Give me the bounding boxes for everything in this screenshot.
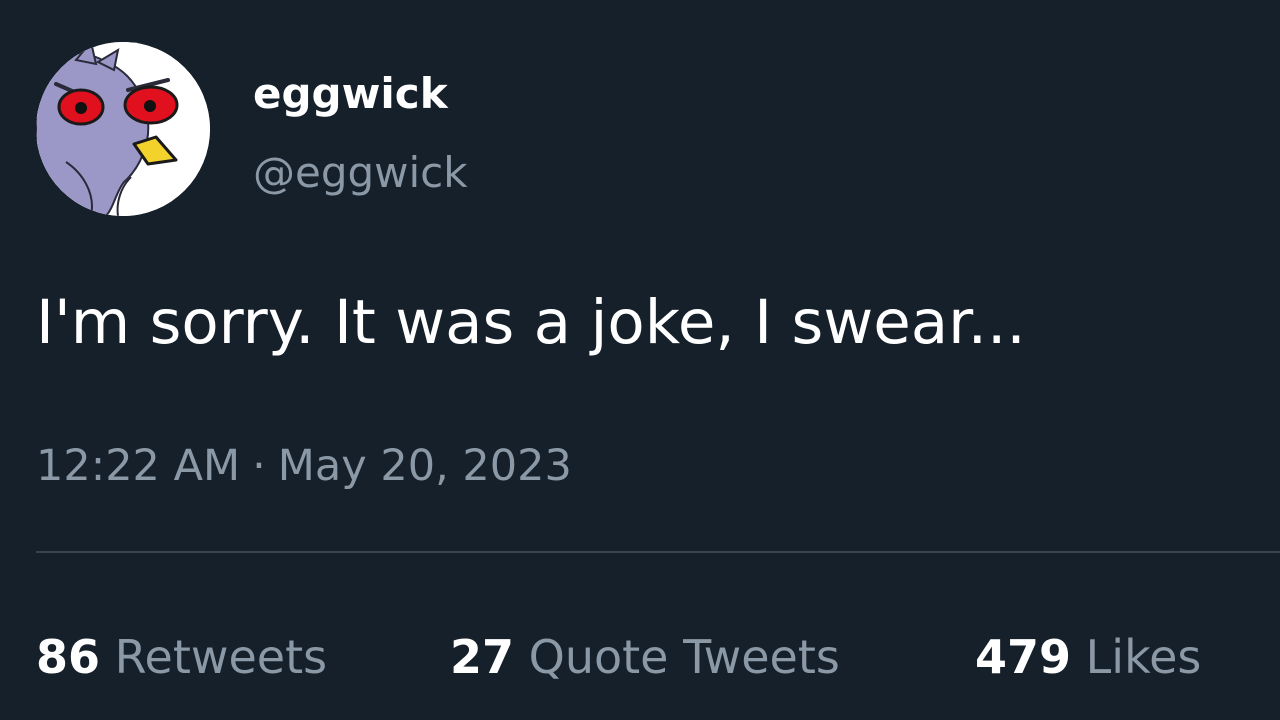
tweet-time: 12:22 AM bbox=[36, 441, 241, 491]
quote-tweets-label: Quote Tweets bbox=[528, 630, 840, 684]
author-handle[interactable]: @eggwick bbox=[253, 145, 468, 201]
avatar[interactable] bbox=[36, 42, 210, 216]
engagement-stats: 86 Retweets 27 Quote Tweets 479 Likes bbox=[0, 628, 1280, 688]
tweet-text: I'm sorry. It was a joke, I swear... bbox=[36, 287, 1026, 358]
likes-stat[interactable]: 479 Likes bbox=[975, 628, 1201, 686]
divider bbox=[36, 551, 1280, 553]
likes-count: 479 bbox=[975, 630, 1072, 684]
tweet-timestamp[interactable]: 12:22 AM · May 20, 2023 bbox=[36, 438, 572, 494]
angry-bird-avatar-icon bbox=[36, 42, 210, 216]
timestamp-separator: · bbox=[252, 441, 266, 491]
retweets-label: Retweets bbox=[114, 630, 328, 684]
retweets-count: 86 bbox=[36, 630, 101, 684]
retweets-stat[interactable]: 86 Retweets bbox=[36, 628, 327, 686]
likes-label: Likes bbox=[1085, 630, 1202, 684]
tweet-card: eggwick @eggwick I'm sorry. It was a jok… bbox=[0, 0, 1280, 720]
quote-tweets-stat[interactable]: 27 Quote Tweets bbox=[450, 628, 840, 686]
author-display-name[interactable]: eggwick bbox=[253, 66, 448, 122]
tweet-date: May 20, 2023 bbox=[277, 441, 572, 491]
quote-tweets-count: 27 bbox=[450, 630, 515, 684]
